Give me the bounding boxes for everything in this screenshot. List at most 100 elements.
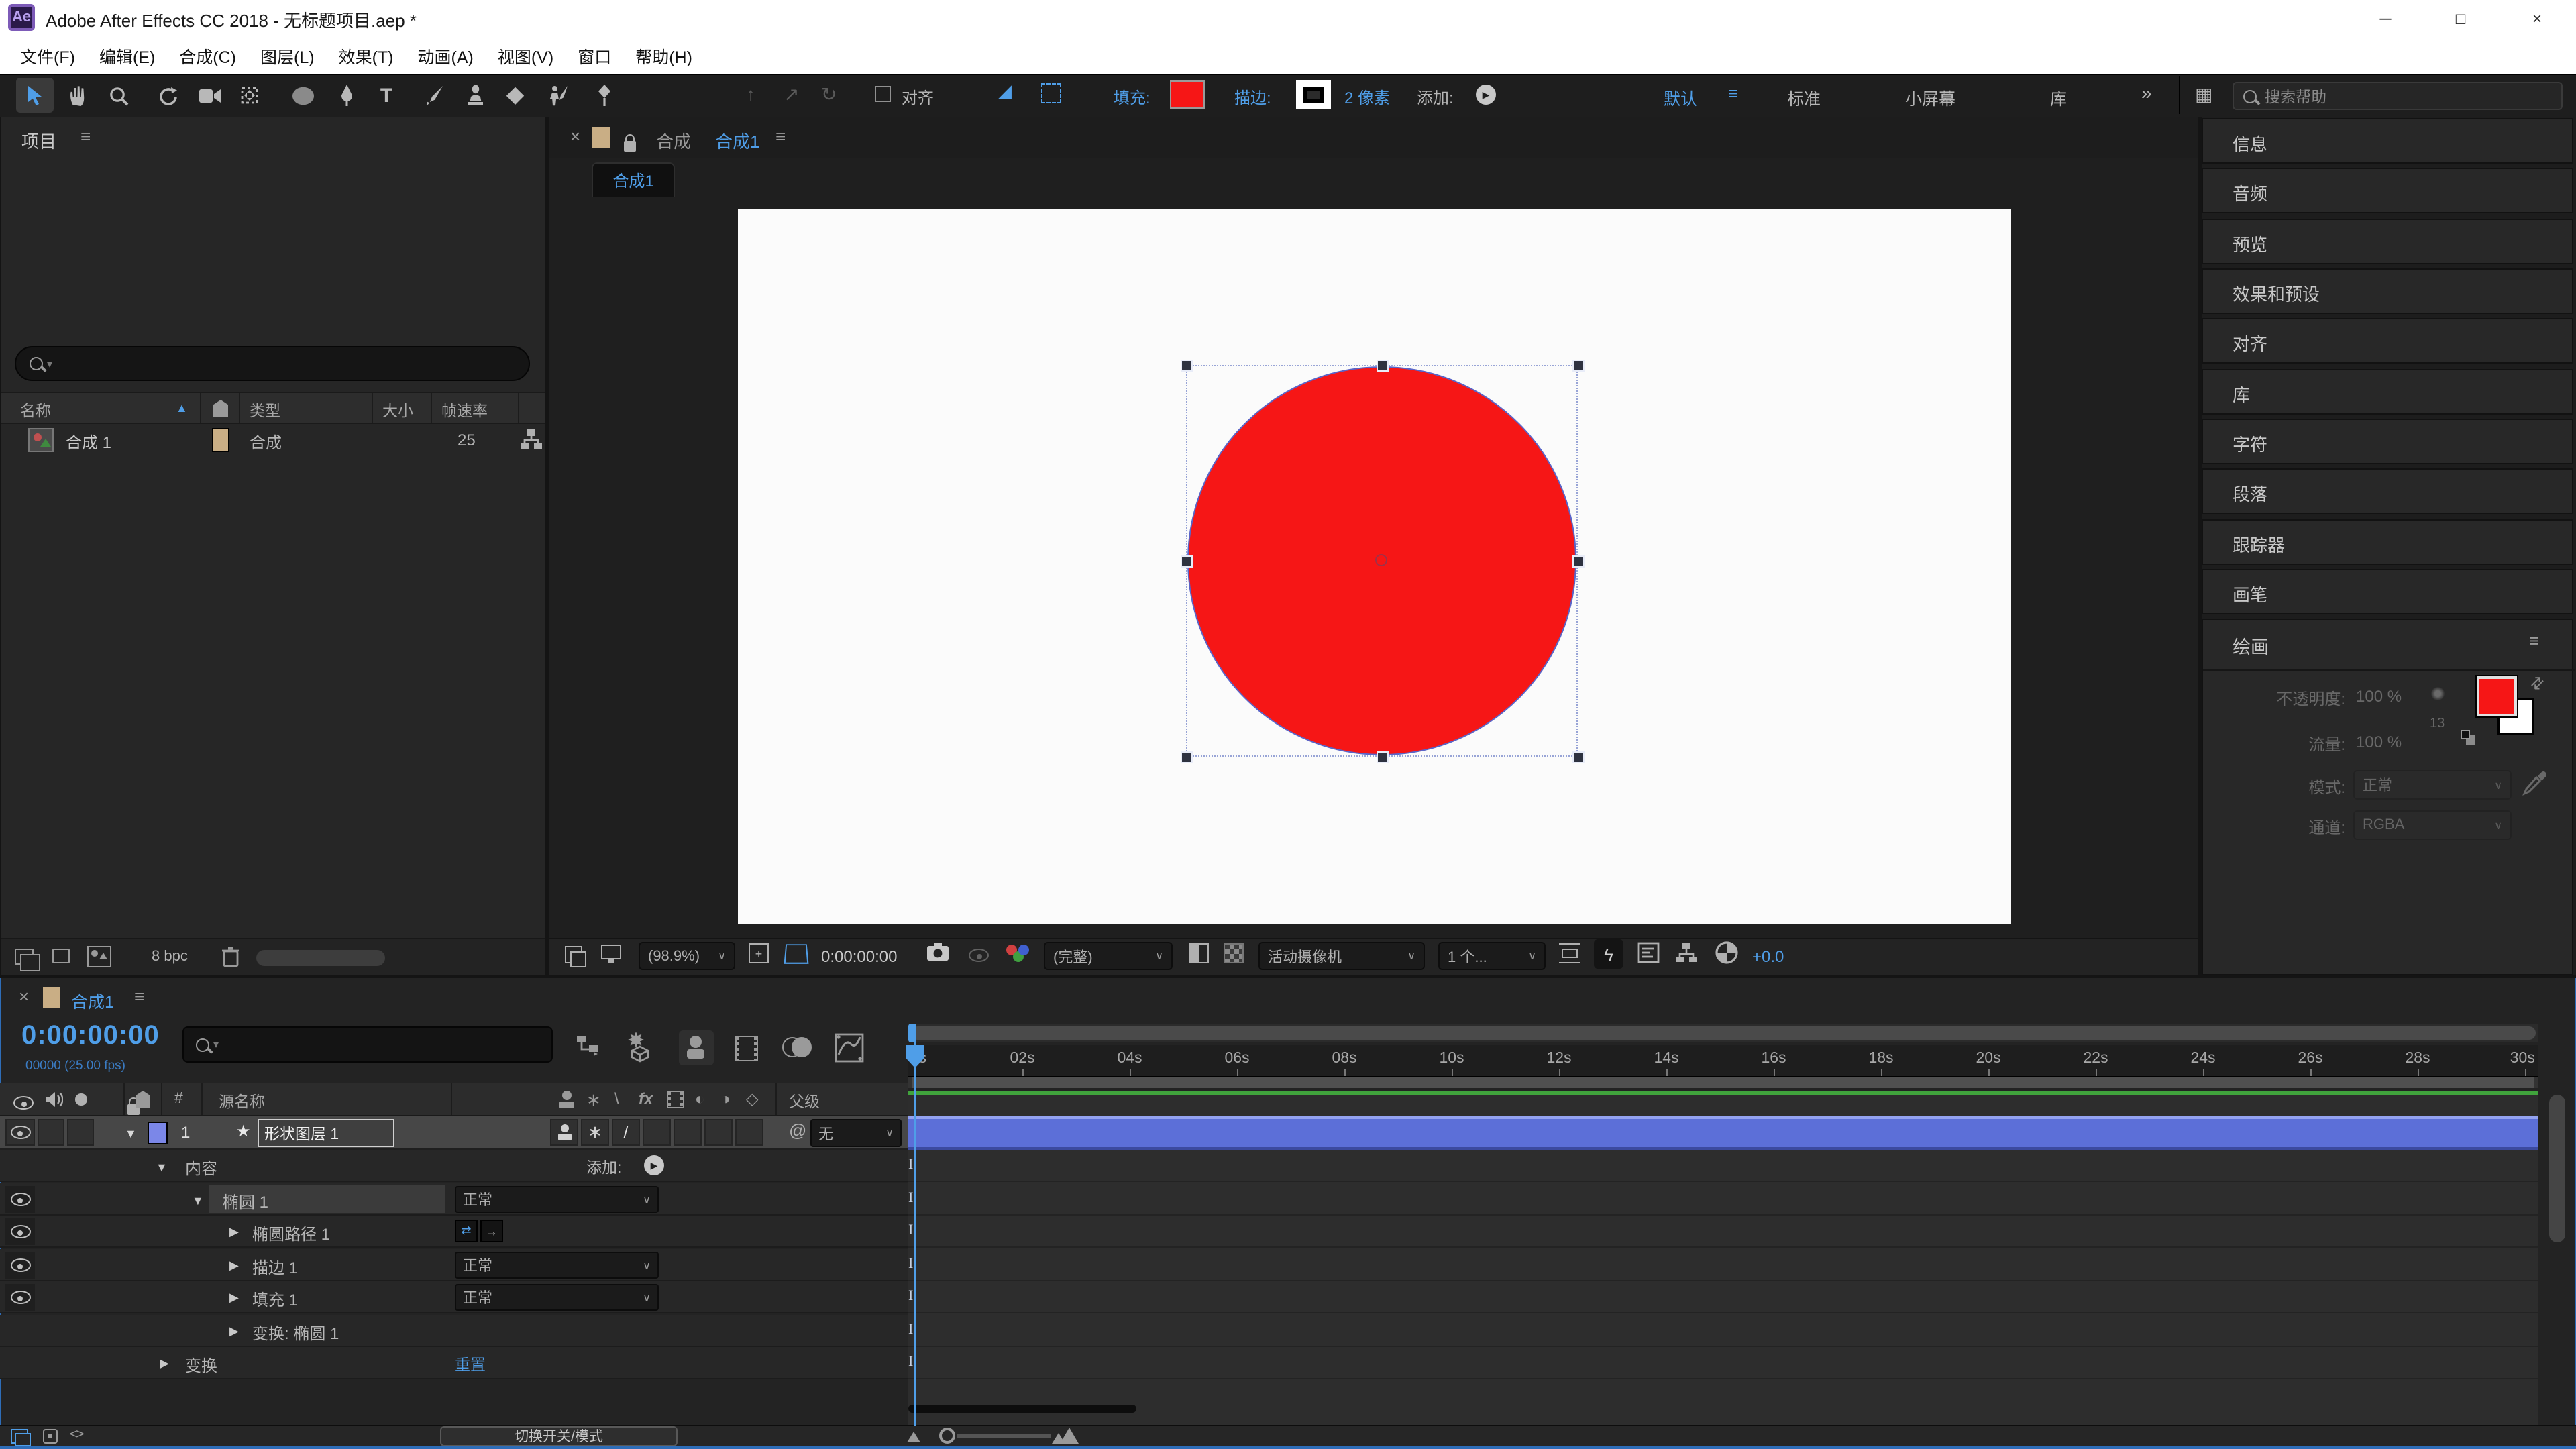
row-ellipse-group[interactable]: ▼ 椭圆 1 正常∨: [0, 1183, 908, 1216]
frame-blending-icon[interactable]: [735, 1036, 758, 1061]
selection-handle[interactable]: [1181, 555, 1193, 568]
sort-ascending-icon[interactable]: ▲: [176, 401, 188, 415]
layer-motion-blur-switch[interactable]: [704, 1119, 733, 1146]
parent-pickwhip-icon[interactable]: @: [789, 1120, 806, 1140]
paint-panel-menu-icon[interactable]: ≡: [2529, 631, 2539, 651]
switch-effects-icon[interactable]: fx: [639, 1089, 653, 1108]
item-name[interactable]: 合成 1: [66, 431, 111, 453]
expand-transfer-icon[interactable]: <>: [70, 1428, 83, 1442]
contents-add-button[interactable]: ▶: [644, 1155, 664, 1175]
selection-tool[interactable]: [16, 78, 54, 113]
new-folder-icon[interactable]: [52, 949, 70, 963]
exposure-icon[interactable]: [1715, 941, 1739, 965]
view-layout-dropdown[interactable]: 1 个...∨: [1438, 942, 1546, 970]
fast-previews-icon[interactable]: ϟ: [1594, 939, 1623, 969]
roto-brush-tool[interactable]: [539, 78, 577, 113]
solo-column-icon[interactable]: [75, 1093, 87, 1106]
path-visibility-toggle[interactable]: [5, 1218, 35, 1245]
expand-layers-icon[interactable]: [11, 1429, 28, 1444]
item-label-color-swatch[interactable]: [212, 428, 229, 452]
tab-label-color-swatch[interactable]: [592, 127, 610, 148]
layer-fx-switch[interactable]: [643, 1119, 671, 1146]
pan-behind-tool[interactable]: [231, 78, 268, 113]
draft-3d-icon[interactable]: [625, 1030, 655, 1063]
panel-libraries[interactable]: 库: [2202, 369, 2573, 415]
project-panel-tab[interactable]: 项目: [21, 127, 56, 153]
switch-shy-icon[interactable]: [557, 1089, 578, 1111]
menu-composition[interactable]: 合成(C): [167, 42, 248, 68]
layer-audio-toggle[interactable]: [38, 1119, 64, 1146]
row-fill[interactable]: ▶ 填充 1 正常∨: [0, 1281, 908, 1313]
panel-audio[interactable]: 音频: [2202, 168, 2573, 213]
magnification-dropdown[interactable]: (98.9%)∨: [639, 942, 735, 970]
bit-depth-indicator[interactable]: 8 bpc: [152, 949, 188, 965]
column-type[interactable]: 类型: [250, 400, 280, 421]
menu-animation[interactable]: 动画(A): [406, 42, 486, 68]
timeline-zoom-knob[interactable]: [939, 1428, 955, 1444]
snapshot-camera-icon[interactable]: [926, 942, 950, 962]
timeline-search-input[interactable]: ▾: [182, 1026, 553, 1063]
menu-layer[interactable]: 图层(L): [248, 42, 327, 68]
ellipse-path-label[interactable]: 椭圆路径 1: [252, 1222, 330, 1245]
column-size[interactable]: 大小: [382, 400, 413, 421]
timeline-tab-label[interactable]: 合成1: [71, 987, 114, 1013]
panel-paragraph[interactable]: 段落: [2202, 468, 2573, 514]
exposure-value[interactable]: +0.0: [1752, 947, 1784, 966]
fill-color-swatch[interactable]: [1170, 80, 1205, 109]
contents-expand-arrow[interactable]: ▼: [156, 1161, 168, 1174]
selection-handle[interactable]: [1377, 360, 1389, 372]
comp-breadcrumb-tab[interactable]: 合成1: [592, 162, 675, 197]
timeline-tab-close-icon[interactable]: ×: [19, 986, 29, 1006]
track-horizontal-scrollbar[interactable]: [908, 1405, 1136, 1413]
parent-column[interactable]: 父级: [789, 1091, 820, 1112]
row-stroke[interactable]: ▶ 描边 1 正常∨: [0, 1249, 908, 1281]
primary-viewer-icon[interactable]: [601, 945, 621, 959]
fill-visibility-toggle[interactable]: [5, 1284, 35, 1311]
ellipse-blend-mode-dropdown[interactable]: 正常∨: [455, 1186, 659, 1213]
zoom-tool[interactable]: [99, 78, 137, 113]
timeline-tab-color-swatch[interactable]: [43, 987, 60, 1008]
work-area-bar[interactable]: [908, 1077, 2538, 1088]
shy-layers-icon[interactable]: [679, 1030, 714, 1065]
path-winding-toggle[interactable]: →: [480, 1220, 503, 1242]
workspace-library[interactable]: 库: [2050, 85, 2067, 110]
row-layer-transform[interactable]: ▶ 变换 重置: [0, 1347, 908, 1379]
transform-label[interactable]: 变换: [185, 1354, 217, 1377]
ellipse-transform-expand-arrow[interactable]: ▶: [229, 1324, 239, 1339]
tab-close-icon[interactable]: ×: [570, 126, 580, 146]
composition-panel-menu-icon[interactable]: ≡: [775, 126, 786, 146]
layer-duration-bar[interactable]: [908, 1116, 2538, 1150]
flow-value[interactable]: 100 %: [2356, 733, 2402, 751]
clone-stamp-tool[interactable]: [456, 78, 494, 113]
safe-margins-icon[interactable]: +: [749, 943, 769, 963]
region-of-interest-icon[interactable]: [784, 944, 809, 964]
index-column[interactable]: #: [174, 1091, 183, 1107]
pen-tool[interactable]: [327, 78, 365, 113]
row-ellipse-transform[interactable]: ▶ 变换: 椭圆 1: [0, 1315, 908, 1347]
local-axis-mode-icon[interactable]: ↑: [746, 83, 755, 105]
tab-group-label[interactable]: 合成: [656, 127, 691, 153]
layer-label-color[interactable]: [148, 1122, 168, 1144]
time-navigator-thumb[interactable]: [911, 1026, 2536, 1040]
layer-solo-toggle[interactable]: [67, 1119, 94, 1146]
selection-handle[interactable]: [1181, 360, 1193, 372]
stroke-label[interactable]: 描边:: [1234, 86, 1271, 109]
brush-tool[interactable]: [416, 78, 453, 113]
layer-frame-blend-switch[interactable]: [674, 1119, 702, 1146]
project-item-row[interactable]: 合成 1 合成 25: [1, 424, 545, 459]
stroke-label[interactable]: 描边 1: [252, 1256, 298, 1279]
timeline-vscrollbar-thumb[interactable]: [2549, 1095, 2565, 1242]
mask-feather-icon[interactable]: ◢: [998, 80, 1012, 102]
default-colors-icon[interactable]: [2461, 730, 2477, 746]
path-direction-toggle[interactable]: ⇄: [455, 1220, 478, 1242]
menu-window[interactable]: 窗口: [566, 42, 623, 68]
source-name-column[interactable]: 源名称: [219, 1091, 265, 1112]
layer-row-shape-layer-1[interactable]: ▼ 1 ★ 形状图层 1 ∗ / @ 无∨: [0, 1116, 908, 1150]
audio-column-icon[interactable]: [44, 1091, 63, 1108]
layer-collapse-switch[interactable]: ∗: [581, 1119, 609, 1146]
flowchart-icon[interactable]: [519, 428, 543, 452]
workspace-small-screen[interactable]: 小屏幕: [1905, 85, 1955, 110]
track-row[interactable]: I: [908, 1281, 2538, 1313]
maximize-button[interactable]: □: [2423, 0, 2498, 36]
opacity-value[interactable]: 100 %: [2356, 687, 2402, 706]
